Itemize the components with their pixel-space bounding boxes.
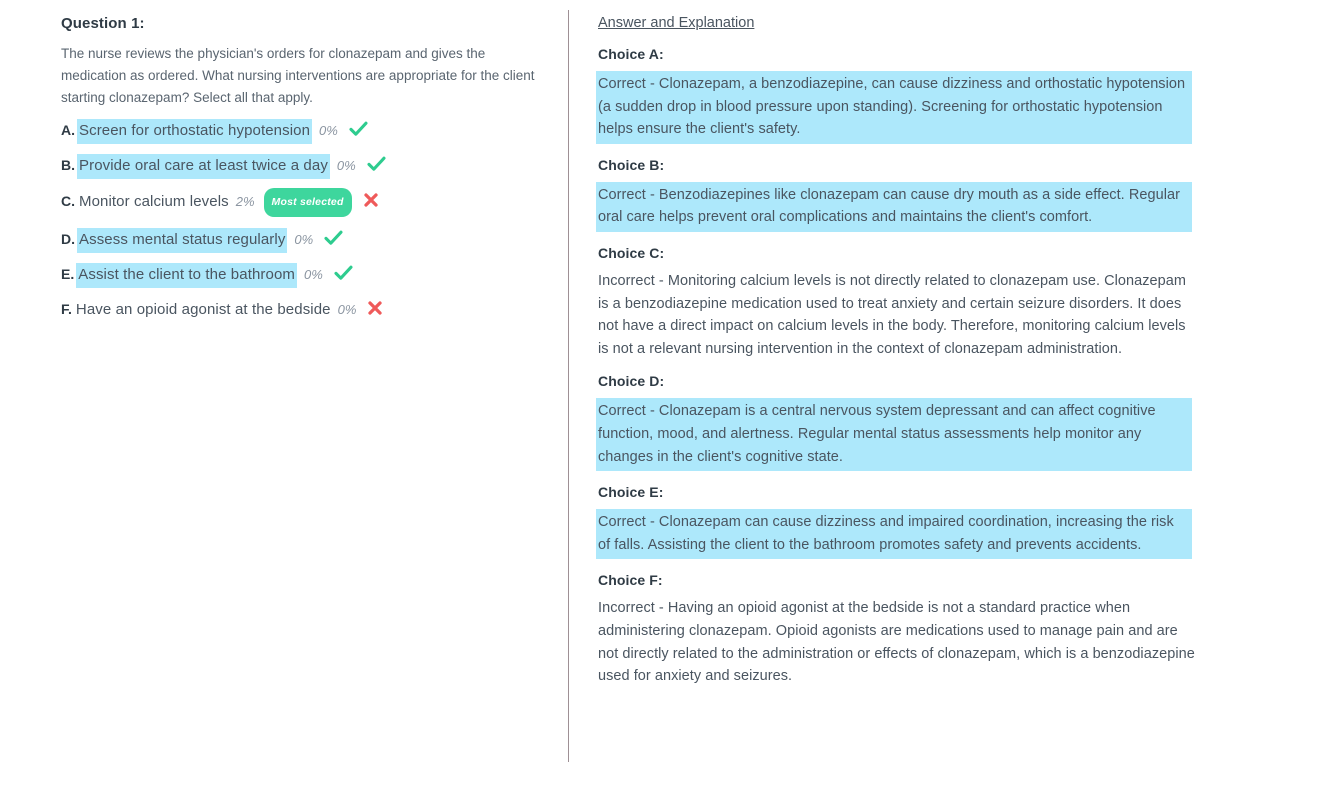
quiz-review-page: Question 1: The nurse reviews the physic… xyxy=(0,0,1341,789)
explanation-choice-label: Choice A: xyxy=(598,46,664,62)
explanation-text: Correct - Clonazepam is a central nervou… xyxy=(596,398,1192,472)
check-icon xyxy=(334,265,353,281)
choice-row[interactable]: F. Have an opioid agonist at the bedside 0… xyxy=(61,298,551,321)
explanation-text: Incorrect - Having an opioid agonist at … xyxy=(598,600,1195,685)
explanation-choice-label: Choice F: xyxy=(598,572,663,589)
choice-row[interactable]: C. Monitor calcium levels 2% Most selected xyxy=(61,188,551,218)
choice-row[interactable]: D. Assess mental status regularly 0% xyxy=(61,228,551,253)
question-stem: The nurse reviews the physician's orders… xyxy=(61,46,535,105)
choice-letter: A. xyxy=(61,122,75,138)
choice-percent: 0% xyxy=(337,302,357,317)
explanation-heading: Answer and Explanation xyxy=(598,15,755,31)
explanation-choice-label: Choice C: xyxy=(598,244,665,261)
choice-row[interactable]: E. Assist the client to the bathroom 0% xyxy=(61,263,551,288)
choice-row[interactable]: A. Screen for orthostatic hypotension 0% xyxy=(61,119,551,144)
explanation-text: Correct - Benzodiazepines like clonazepa… xyxy=(596,181,1192,232)
cross-icon xyxy=(367,300,383,316)
choice-text: Screen for orthostatic hypotension xyxy=(77,119,313,144)
explanation-text: Incorrect - Monitoring calcium levels is… xyxy=(598,272,1187,357)
column-divider xyxy=(568,10,569,762)
explanation-text: Correct - Clonazepam can cause dizziness… xyxy=(596,509,1192,560)
choice-percent: 0% xyxy=(336,158,356,173)
explanation-list: Choice A: Correct - Clonazepam, a benzodi… xyxy=(596,43,1198,688)
choice-letter: C. xyxy=(61,193,75,209)
choice-percent: 0% xyxy=(294,232,314,247)
choice-percent: 0% xyxy=(319,123,338,138)
choice-text: Assist the client to the bathroom xyxy=(76,263,297,288)
choice-letter: D. xyxy=(61,231,75,247)
choice-row[interactable]: B. Provide oral care at least twice a day… xyxy=(61,154,551,179)
check-icon xyxy=(349,121,368,137)
cross-icon xyxy=(363,192,379,208)
choice-letter: E. xyxy=(61,266,75,282)
choice-percent: 0% xyxy=(303,267,323,282)
choice-text: Have an opioid agonist at the bedside xyxy=(75,301,331,318)
most-selected-badge: Most selected xyxy=(263,188,352,217)
choice-letter: F. xyxy=(61,301,72,317)
explanation-choice-label: Choice B: xyxy=(598,156,665,173)
choice-list: A. Screen for orthostatic hypotension 0% B.… xyxy=(61,119,551,321)
page-title: Question 1: xyxy=(61,15,145,32)
explanation-choice-label: Choice D: xyxy=(598,373,665,390)
explanation-choice-label: Choice E: xyxy=(598,484,664,501)
choice-text: Assess mental status regularly xyxy=(77,228,288,253)
explanation-text: Correct - Clonazepam, a benzodiazepine, … xyxy=(596,71,1192,144)
choice-letter: B. xyxy=(61,157,75,173)
check-icon xyxy=(324,230,343,246)
check-icon xyxy=(367,156,386,172)
question-panel: Question 1: The nurse reviews the physic… xyxy=(61,14,551,321)
choice-text: Monitor calcium levels xyxy=(79,193,229,210)
choice-text: Provide oral care at least twice a day xyxy=(77,154,330,179)
explanation-panel: Answer and Explanation Choice A: Correct … xyxy=(596,12,1198,698)
choice-percent: 2% xyxy=(235,194,255,209)
